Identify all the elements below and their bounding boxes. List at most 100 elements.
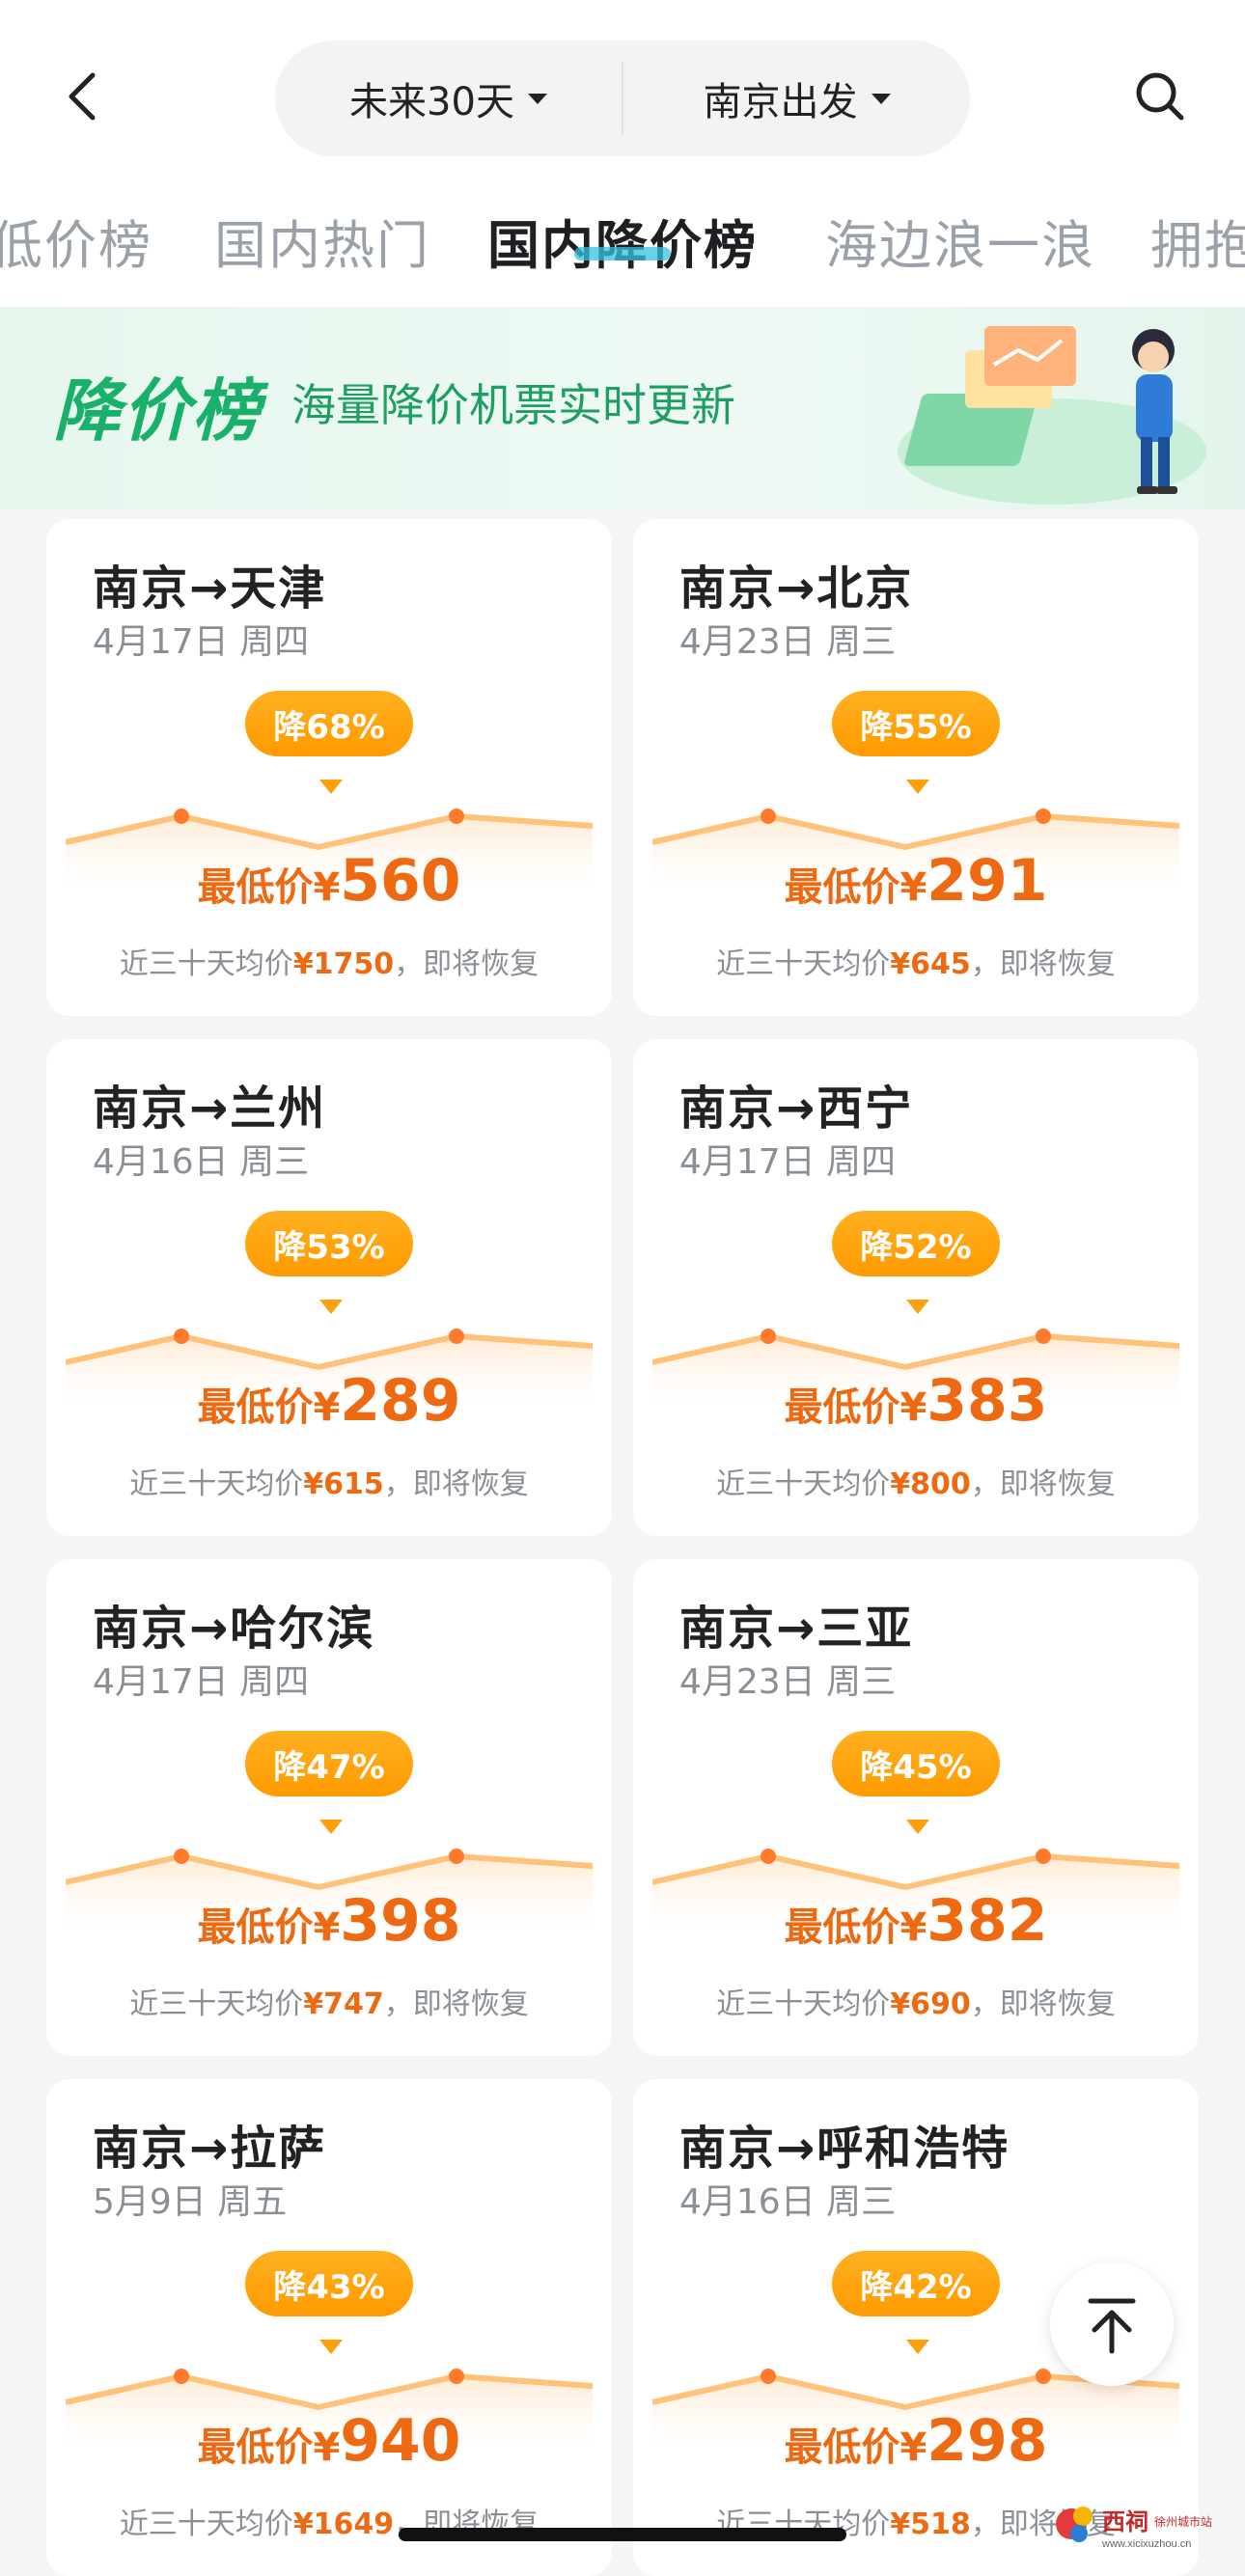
avg-prefix: 近三十天均价: [716, 947, 891, 981]
trend-point: [174, 1329, 189, 1344]
discount-badge: 降53%: [245, 1211, 413, 1276]
route-card[interactable]: 南京→西宁 4月17日 周四降52% 最低价¥383 近三十天均价¥800，即将恢复: [633, 1039, 1199, 1536]
price-value: 940: [340, 2407, 461, 2475]
route-card[interactable]: 南京→兰州 4月16日 周三 降53% 最低价¥289 近三十天均价¥615，即将恢复: [46, 1039, 612, 1536]
tab-more[interactable]: 拥抱: [1150, 203, 1245, 279]
lowest-price: 最低价¥382: [633, 1887, 1199, 1955]
avg-price: ¥1649: [292, 2507, 395, 2541]
avg-price: ¥1750: [292, 947, 395, 981]
price-value: 398: [340, 1887, 461, 1955]
avg-prefix: 近三十天均价: [716, 1987, 891, 2021]
chevron-down-icon: [871, 93, 891, 104]
banner: 降价榜 海量降价机票实时更新: [0, 307, 1245, 509]
scroll-to-top-button[interactable]: [1050, 2262, 1174, 2386]
trend-point: [1036, 1329, 1051, 1344]
price-value: 291: [927, 847, 1048, 915]
date-filter-dropdown[interactable]: 未来30天: [275, 70, 622, 126]
discount-badge: 降47%: [245, 1731, 413, 1796]
price-label: 最低价¥: [197, 1905, 341, 1950]
flight-date: 4月17日 周四: [93, 622, 310, 662]
trend-point: [174, 1849, 189, 1864]
badge-pointer: [906, 1820, 929, 1834]
avg-suffix: ，即将恢复: [383, 1467, 529, 1501]
trend-point: [449, 2369, 464, 2384]
discount-badge: 降52%: [832, 1211, 1000, 1276]
avg-price: ¥800: [890, 1467, 971, 1501]
route-title: 南京→西宁: [679, 1082, 914, 1136]
chevron-down-icon: [527, 93, 547, 104]
top-bar: 未来30天 南京出发 低价榜 国内热门 国内降价榜 海边浪一浪 拥抱: [0, 0, 1245, 309]
avg-prefix: 近三十天均价: [129, 1987, 304, 2021]
route-card[interactable]: 南京→哈尔滨 4月17日 周四 降47% 最低价¥398 近三十天均价¥747，即将恢复: [46, 1559, 612, 2056]
watermark-brand: 西祠: [1102, 2509, 1148, 2535]
avg-prefix: 近三十天均价: [119, 2507, 293, 2541]
tab-seaside[interactable]: 海边浪一浪: [825, 203, 1095, 279]
filter-bar: 未来30天 南京出发: [275, 41, 970, 156]
average-price-note: 近三十天均价¥1750，即将恢复: [46, 940, 612, 982]
banner-subtitle: 海量降价机票实时更新: [291, 379, 735, 431]
home-indicator: [399, 2528, 846, 2541]
route-title: 南京→天津: [93, 562, 327, 616]
lowest-price: 最低价¥940: [46, 2407, 612, 2475]
badge-pointer: [906, 1300, 929, 1314]
route-card[interactable]: 南京→天津 4月17日 周四降68% 最低价¥560 近三十天均价¥1750，即将恢复: [46, 519, 612, 1016]
active-tab-indicator: [574, 247, 671, 260]
price-value: 560: [340, 847, 461, 915]
price-label: 最低价¥: [784, 865, 927, 910]
watermark-url: www.xicixuzhou.cn: [1101, 2538, 1191, 2550]
average-price-note: 近三十天均价¥747，即将恢复: [46, 1980, 612, 2022]
origin-filter-label: 南京出发: [703, 80, 858, 124]
price-label: 最低价¥: [197, 1385, 341, 1430]
trend-point: [1036, 1849, 1051, 1864]
lowest-price: 最低价¥560: [46, 847, 612, 915]
route-title: 南京→三亚: [679, 1602, 914, 1656]
avg-prefix: 近三十天均价: [119, 947, 293, 981]
back-arrow-icon[interactable]: [56, 68, 114, 125]
search-icon[interactable]: [1131, 68, 1189, 125]
avg-suffix: ，即将恢复: [970, 1467, 1116, 1501]
tab-domestic-price-drop[interactable]: 国内降价榜: [487, 203, 758, 279]
avg-price: ¥747: [303, 1987, 384, 2021]
trend-point: [449, 808, 464, 824]
tab-domestic-hot[interactable]: 国内热门: [214, 203, 430, 279]
route-title: 南京→呼和浩特: [679, 2122, 1010, 2176]
trend-point: [174, 808, 189, 824]
avg-price: ¥645: [890, 947, 971, 981]
discount-badge: 降68%: [245, 691, 413, 756]
flight-date: 4月16日 周三: [93, 1142, 310, 1182]
price-label: 最低价¥: [784, 1385, 927, 1430]
avg-suffix: ，即将恢复: [383, 1987, 529, 2021]
flight-date: 4月17日 周四: [679, 1142, 897, 1182]
price-value: 383: [927, 1367, 1048, 1435]
route-card[interactable]: 南京→拉萨 5月9日 周五 降43% 最低价¥940 近三十天均价¥1649，即将恢复: [46, 2079, 612, 2576]
average-price-note: 近三十天均价¥615，即将恢复: [46, 1460, 612, 1502]
price-value: 298: [927, 2407, 1048, 2475]
route-card[interactable]: 南京→三亚 4月23日 周三 降45% 最低价¥382 近三十天均价¥690，即将恢复: [633, 1559, 1199, 2056]
route-title: 南京→哈尔滨: [93, 1602, 375, 1656]
lowest-price: 最低价¥383: [633, 1367, 1199, 1435]
badge-pointer: [319, 2340, 343, 2354]
date-filter-label: 未来30天: [349, 80, 514, 124]
flight-date: 4月23日 周三: [679, 622, 897, 662]
banner-title: 降价榜: [53, 371, 262, 451]
discount-badge: 降42%: [832, 2251, 1000, 2316]
trend-point: [761, 1329, 776, 1344]
badge-pointer: [906, 2340, 929, 2354]
lowest-price: 最低价¥398: [46, 1887, 612, 1955]
discount-badge: 降43%: [245, 2251, 413, 2316]
tab-low-price[interactable]: 低价榜: [0, 203, 152, 279]
route-card[interactable]: 南京→北京 4月23日 周三 降55% 最低价¥291 近三十天均价¥645，即将恢复: [633, 519, 1199, 1016]
price-value: 289: [340, 1367, 461, 1435]
scroll-to-top-icon: [1088, 2298, 1136, 2354]
price-label: 最低价¥: [784, 1905, 927, 1950]
average-price-note: 近三十天均价¥800，即将恢复: [633, 1460, 1199, 1502]
avg-prefix: 近三十天均价: [129, 1467, 304, 1501]
origin-filter-dropdown[interactable]: 南京出发: [623, 70, 970, 126]
discount-badge: 降55%: [832, 691, 1000, 756]
price-label: 最低价¥: [197, 2425, 341, 2470]
trend-point: [449, 1849, 464, 1864]
lowest-price: 最低价¥289: [46, 1367, 612, 1435]
badge-pointer: [906, 780, 929, 794]
avg-suffix: ，即将恢复: [970, 947, 1116, 981]
lowest-price: 最低价¥291: [633, 847, 1199, 915]
